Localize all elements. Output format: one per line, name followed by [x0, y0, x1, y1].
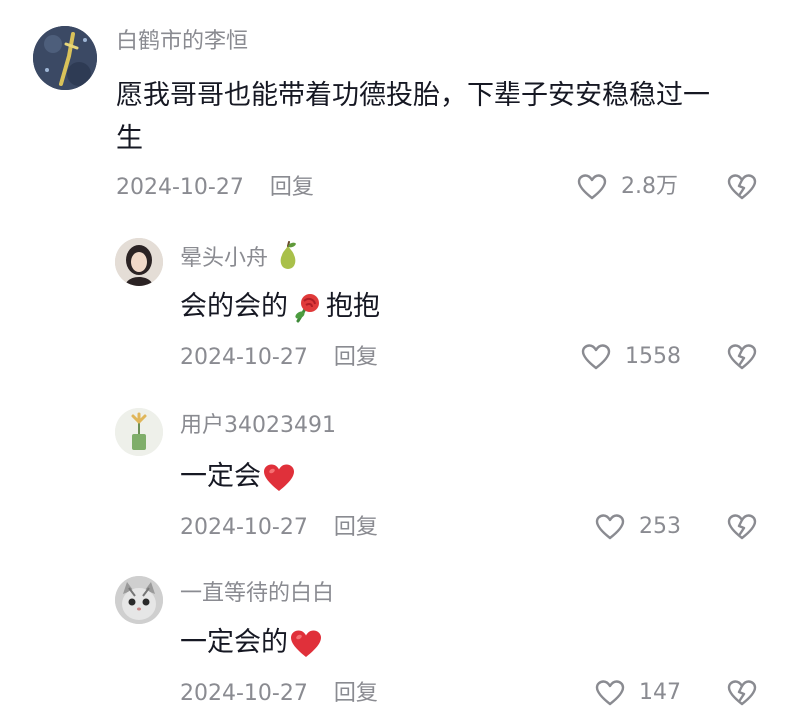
avatar-image [115, 238, 163, 286]
like-count: 147 [639, 680, 681, 705]
dislike-button[interactable] [727, 513, 757, 545]
reply-comment-item: 用户34023491 一定会 2024-10-27 回复 253 [0, 400, 800, 550]
avatar[interactable] [115, 238, 163, 286]
reply-button[interactable]: 回复 [334, 345, 378, 370]
comment-text: 会的会的 抱抱 [180, 284, 380, 330]
like-count: 1558 [625, 344, 681, 369]
comment-item: 白鹤市的李恒 愿我哥哥也能带着功德投胎，下辈子安安稳稳过一 生 2024-10-… [0, 0, 800, 215]
broken-heart-icon [727, 344, 757, 370]
comment-username[interactable]: 用户34023491 [180, 415, 336, 437]
comment-text-line: 愿我哥哥也能带着功德投胎，下辈子安安稳稳过一 [116, 80, 710, 111]
avatar[interactable] [33, 26, 97, 90]
like-button[interactable]: 2.8万 [577, 173, 678, 201]
username-text: 晕头小舟 [180, 246, 269, 271]
comment-username[interactable]: 白鹤市的李恒 [116, 31, 248, 53]
dislike-button[interactable] [727, 679, 757, 711]
comment-text: 一定会的 [180, 620, 322, 666]
comment-date: 2024-10-27 [180, 681, 308, 706]
comment-text: 一定会 [180, 454, 295, 500]
broken-heart-icon [727, 174, 757, 200]
comment-meta: 2024-10-27 回复 [116, 177, 314, 199]
reply-comment-item: 一直等待的白白 一定会的 2024-10-27 回复 147 [0, 570, 800, 711]
avatar-image [33, 26, 97, 90]
like-count: 2.8万 [621, 174, 678, 199]
red-heart-emoji [264, 464, 294, 491]
dislike-button[interactable] [727, 173, 757, 205]
pear-emoji [280, 241, 296, 269]
comment-date: 2024-10-27 [116, 175, 244, 200]
like-button[interactable]: 147 [595, 679, 681, 707]
broken-heart-icon [727, 514, 757, 540]
like-button[interactable]: 1558 [581, 343, 681, 371]
comment-text-line: 生 [116, 123, 143, 154]
comment-username[interactable]: 晕头小舟 [180, 241, 301, 271]
heart-outline-icon [595, 514, 625, 540]
comment-text-part: 一定会的 [180, 627, 288, 658]
reply-button[interactable]: 回复 [334, 681, 378, 706]
comment-text-part: 一定会 [180, 461, 261, 492]
rose-emoji [295, 293, 319, 322]
comment-text-part: 会的会的 [180, 291, 288, 322]
avatar[interactable] [115, 408, 163, 456]
comment-text-part: 抱抱 [326, 291, 380, 322]
red-heart-emoji [291, 630, 321, 657]
comment-meta: 2024-10-27 回复 [180, 683, 378, 705]
heart-outline-icon [581, 344, 611, 370]
like-button[interactable]: 253 [595, 513, 681, 541]
broken-heart-icon [727, 680, 757, 706]
comment-meta: 2024-10-27 回复 [180, 347, 378, 369]
avatar[interactable] [115, 576, 163, 624]
reply-comment-item: 晕头小舟 会的会的 抱抱 2024-10-27 回复 1558 [0, 230, 800, 380]
like-count: 253 [639, 514, 681, 539]
comment-date: 2024-10-27 [180, 345, 308, 370]
dislike-button[interactable] [727, 343, 757, 375]
heart-outline-icon [577, 174, 607, 200]
comment-date: 2024-10-27 [180, 515, 308, 540]
reply-button[interactable]: 回复 [334, 515, 378, 540]
heart-outline-icon [595, 680, 625, 706]
comment-meta: 2024-10-27 回复 [180, 517, 378, 539]
comment-username[interactable]: 一直等待的白白 [180, 583, 334, 605]
avatar-image [115, 576, 163, 624]
avatar-image [115, 408, 163, 456]
reply-button[interactable]: 回复 [270, 175, 314, 200]
